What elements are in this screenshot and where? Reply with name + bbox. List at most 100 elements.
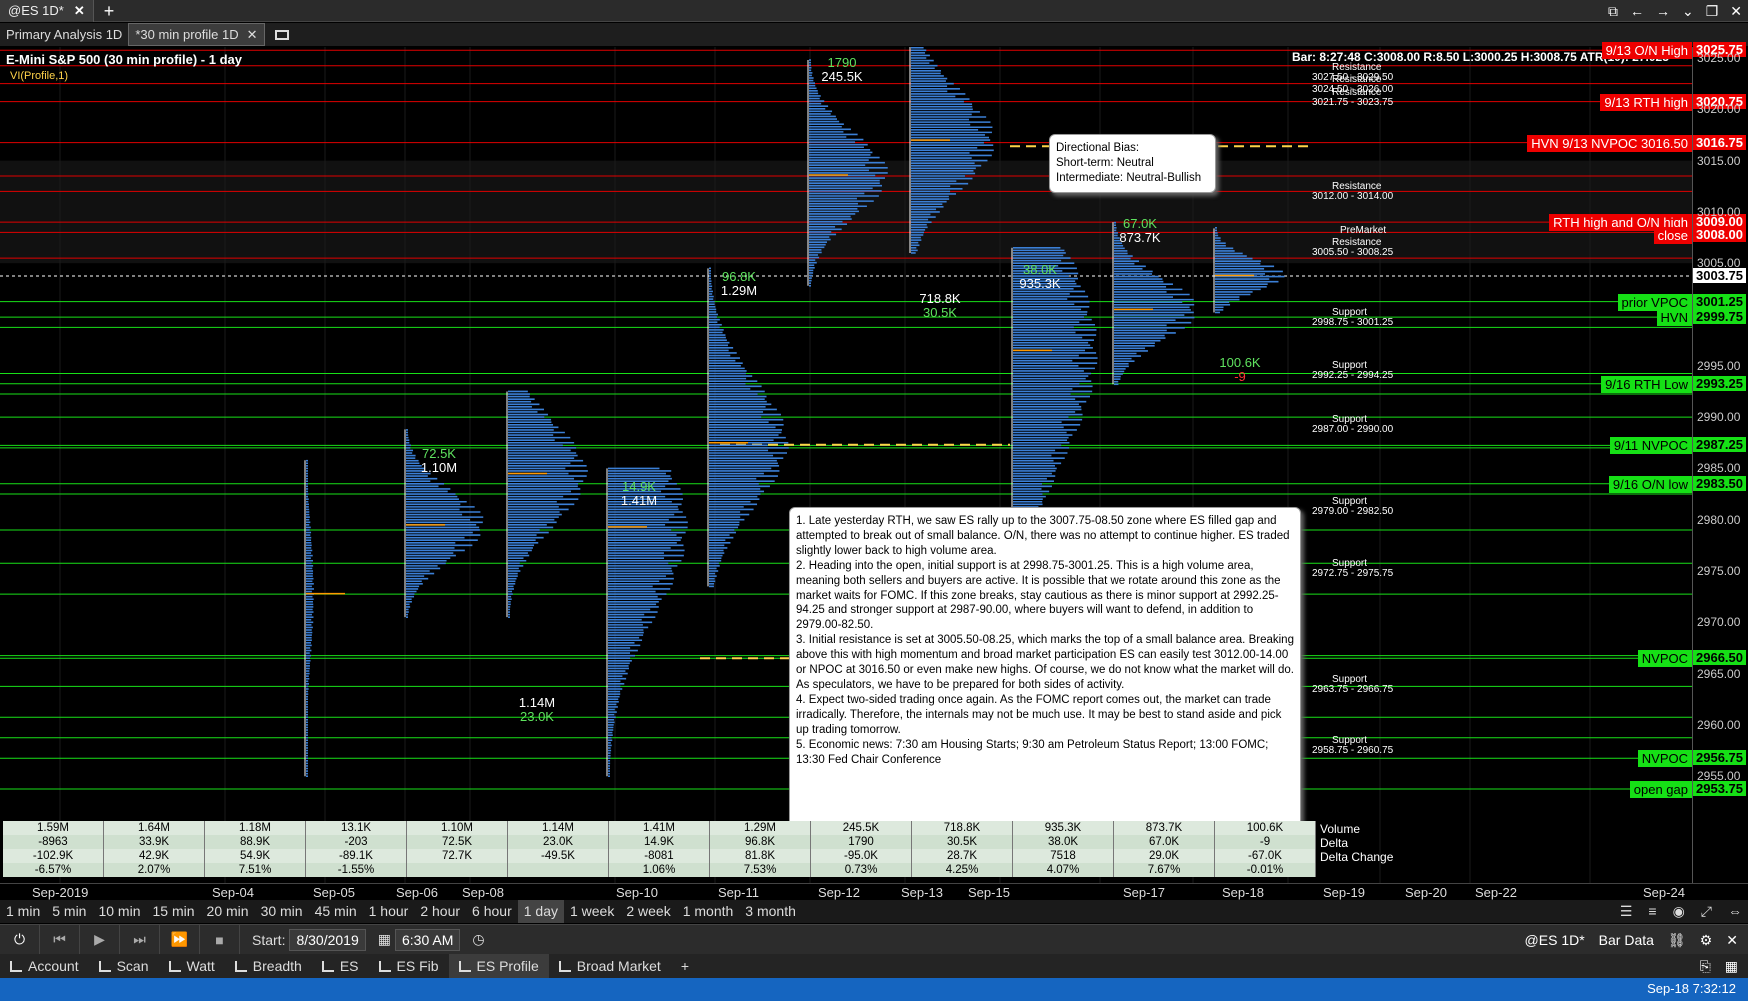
price-tag: 2953.75: [1693, 781, 1746, 797]
interval-15-min[interactable]: 15 min: [147, 900, 201, 923]
stats-cell: 1.29M: [710, 821, 811, 835]
stats-cell: 7518: [1013, 849, 1114, 863]
profile-delta-label: 718.8K: [919, 291, 961, 306]
popout-icon[interactable]: ⧉: [1608, 3, 1618, 20]
price-tick: 2965.00: [1697, 666, 1741, 681]
interval-1-min[interactable]: 1 min: [0, 900, 46, 923]
workspace-tab-watt[interactable]: Watt: [159, 954, 225, 978]
workspace-tab-es-fib[interactable]: ES Fib: [369, 954, 449, 978]
step-icon[interactable]: ⏭: [120, 924, 160, 955]
close-icon[interactable]: ✕: [247, 27, 258, 43]
add-tab-icon[interactable]: +: [94, 0, 125, 22]
menu-icon[interactable]: ☰: [1620, 900, 1633, 923]
workspace-tab-label: Watt: [186, 958, 215, 974]
window-tab-es[interactable]: @ES 1D* ✕: [0, 0, 94, 22]
stats-cell: -49.5K: [508, 849, 609, 863]
list-icon[interactable]: ≡: [1648, 900, 1656, 923]
copy-icon[interactable]: ⎘: [1700, 954, 1711, 978]
interval-45-min[interactable]: 45 min: [309, 900, 363, 923]
profile-chart[interactable]: E-Mini S&P 500 (30 min profile) - 1 day …: [0, 42, 1692, 883]
zone-range-label: 2998.75 - 3001.25: [1312, 317, 1394, 328]
interval-10-min[interactable]: 10 min: [92, 900, 146, 923]
restore-icon[interactable]: ❐: [1706, 3, 1719, 20]
workspace-tab-es[interactable]: ES: [312, 954, 369, 978]
interval-2-hour[interactable]: 2 hour: [414, 900, 466, 923]
interval-2-week[interactable]: 2 week: [620, 900, 676, 923]
interval-1-month[interactable]: 1 month: [677, 900, 740, 923]
fit-icon[interactable]: ⇔: [1728, 900, 1742, 923]
price-tag: 2966.50: [1693, 650, 1746, 666]
workspace-tab-es-profile[interactable]: ES Profile: [448, 954, 549, 978]
folder-icon[interactable]: [274, 29, 289, 40]
workspace-tab-breadth[interactable]: Breadth: [225, 954, 312, 978]
more-icon[interactable]: ⌄: [1682, 3, 1694, 20]
date-tick: Sep-10: [616, 885, 658, 900]
interval-3-month[interactable]: 3 month: [739, 900, 802, 923]
workspace-tab-account[interactable]: Account: [0, 954, 89, 978]
stop-icon[interactable]: ■: [200, 924, 240, 955]
tab-30min-profile[interactable]: *30 min profile 1D ✕: [128, 23, 265, 46]
close-icon[interactable]: ✕: [1726, 932, 1738, 949]
start-date-input[interactable]: 8/30/2019: [289, 928, 366, 951]
date-tick: Sep-04: [212, 885, 254, 900]
forward-arrow-icon[interactable]: →: [1656, 3, 1670, 19]
workspace-tab-scan[interactable]: Scan: [89, 954, 159, 978]
bias-note[interactable]: Directional Bias: Short-term: Neutral In…: [1049, 134, 1216, 193]
profile-volume-label: 873.7K: [1119, 230, 1161, 245]
back-arrow-icon[interactable]: ←: [1630, 3, 1644, 19]
profile-delta-label: 72.5K: [422, 446, 456, 461]
interval-1-hour[interactable]: 1 hour: [363, 900, 415, 923]
price-tick: 2985.00: [1697, 461, 1741, 476]
stats-cell: -8963: [3, 835, 104, 849]
power-icon[interactable]: ⏻: [0, 924, 40, 955]
stats-row-label: Volume: [1320, 822, 1361, 836]
stats-cell: 81.8K: [710, 849, 811, 863]
fast-forward-icon[interactable]: ⏩: [160, 924, 200, 955]
calendar-icon[interactable]: ▦: [378, 931, 391, 948]
stats-cell: 1.59M: [3, 821, 104, 835]
stats-cell: 29.0K: [1114, 849, 1215, 863]
chart-icon: [168, 960, 181, 972]
stats-cell: 28.7K: [912, 849, 1013, 863]
stats-cell: 7.53%: [710, 863, 811, 877]
interval-20-min[interactable]: 20 min: [201, 900, 255, 923]
price-axis[interactable]: 3025.75 3020.75 3016.75 3009.00 3008.00 3001.…: [1692, 42, 1748, 883]
date-tick: Sep-20: [1405, 885, 1447, 900]
interval-6-hour[interactable]: 6 hour: [466, 900, 518, 923]
rewind-icon[interactable]: ⏮: [40, 924, 80, 955]
price-tick: 2975.00: [1697, 564, 1741, 578]
chart-icon: [321, 960, 334, 972]
interval-30-min[interactable]: 30 min: [255, 900, 309, 923]
close-window-icon[interactable]: ✕: [1730, 3, 1742, 20]
expand-icon[interactable]: ⤢: [1701, 900, 1712, 923]
stats-cell: -89.1K: [306, 849, 407, 863]
date-axis[interactable]: Sep-2019 Sep-04 Sep-05 Sep-06 Sep-08 Sep-10 Se…: [0, 883, 1748, 900]
grid-icon[interactable]: ▦: [1725, 954, 1738, 978]
workspace-tab-broad-market[interactable]: Broad Market: [549, 954, 671, 978]
interval-1-week[interactable]: 1 week: [564, 900, 620, 923]
stats-row: -6.57% 2.07% 7.51% -1.55% 1.06% 7.53% 0.73% 4.2…: [3, 863, 1316, 877]
interval-5-min[interactable]: 5 min: [46, 900, 92, 923]
price-tag: 2993.25: [1693, 375, 1746, 391]
stats-cell: 1.10M: [407, 821, 508, 835]
clock-icon[interactable]: ◷: [472, 931, 484, 948]
close-icon[interactable]: ✕: [74, 3, 85, 19]
eye-icon[interactable]: ◉: [1673, 900, 1685, 923]
stats-row-label: Delta: [1320, 836, 1349, 850]
tab-primary-analysis[interactable]: Primary Analysis 1D: [0, 23, 128, 46]
stats-row: -102.9K 42.9K 54.9K -89.1K 72.7K -49.5K -8081 8…: [3, 849, 1316, 863]
start-time-input[interactable]: 6:30 AM: [395, 928, 461, 951]
interval-1-day[interactable]: 1 day: [517, 900, 564, 923]
add-workspace-icon[interactable]: +: [671, 954, 699, 978]
page-tab-strip: Primary Analysis 1D *30 min profile 1D ✕: [0, 23, 1748, 46]
stats-cell: -9: [1215, 835, 1316, 849]
bar-data-button[interactable]: Bar Data: [1599, 932, 1654, 948]
symbol-label[interactable]: @ES 1D*: [1525, 932, 1585, 948]
play-icon[interactable]: ▶: [80, 924, 120, 955]
trade-plan-note[interactable]: 1. Late yesterday RTH, we saw ES rally u…: [789, 507, 1301, 837]
stats-cell: 873.7K: [1114, 821, 1215, 835]
date-tick: Sep-06: [396, 885, 438, 900]
chart-tools: ☰ ≡ ◉ ⤢ ⇔: [1620, 900, 1742, 923]
link-icon[interactable]: ⛓: [1668, 932, 1686, 949]
gear-icon[interactable]: ⚙: [1700, 932, 1713, 949]
